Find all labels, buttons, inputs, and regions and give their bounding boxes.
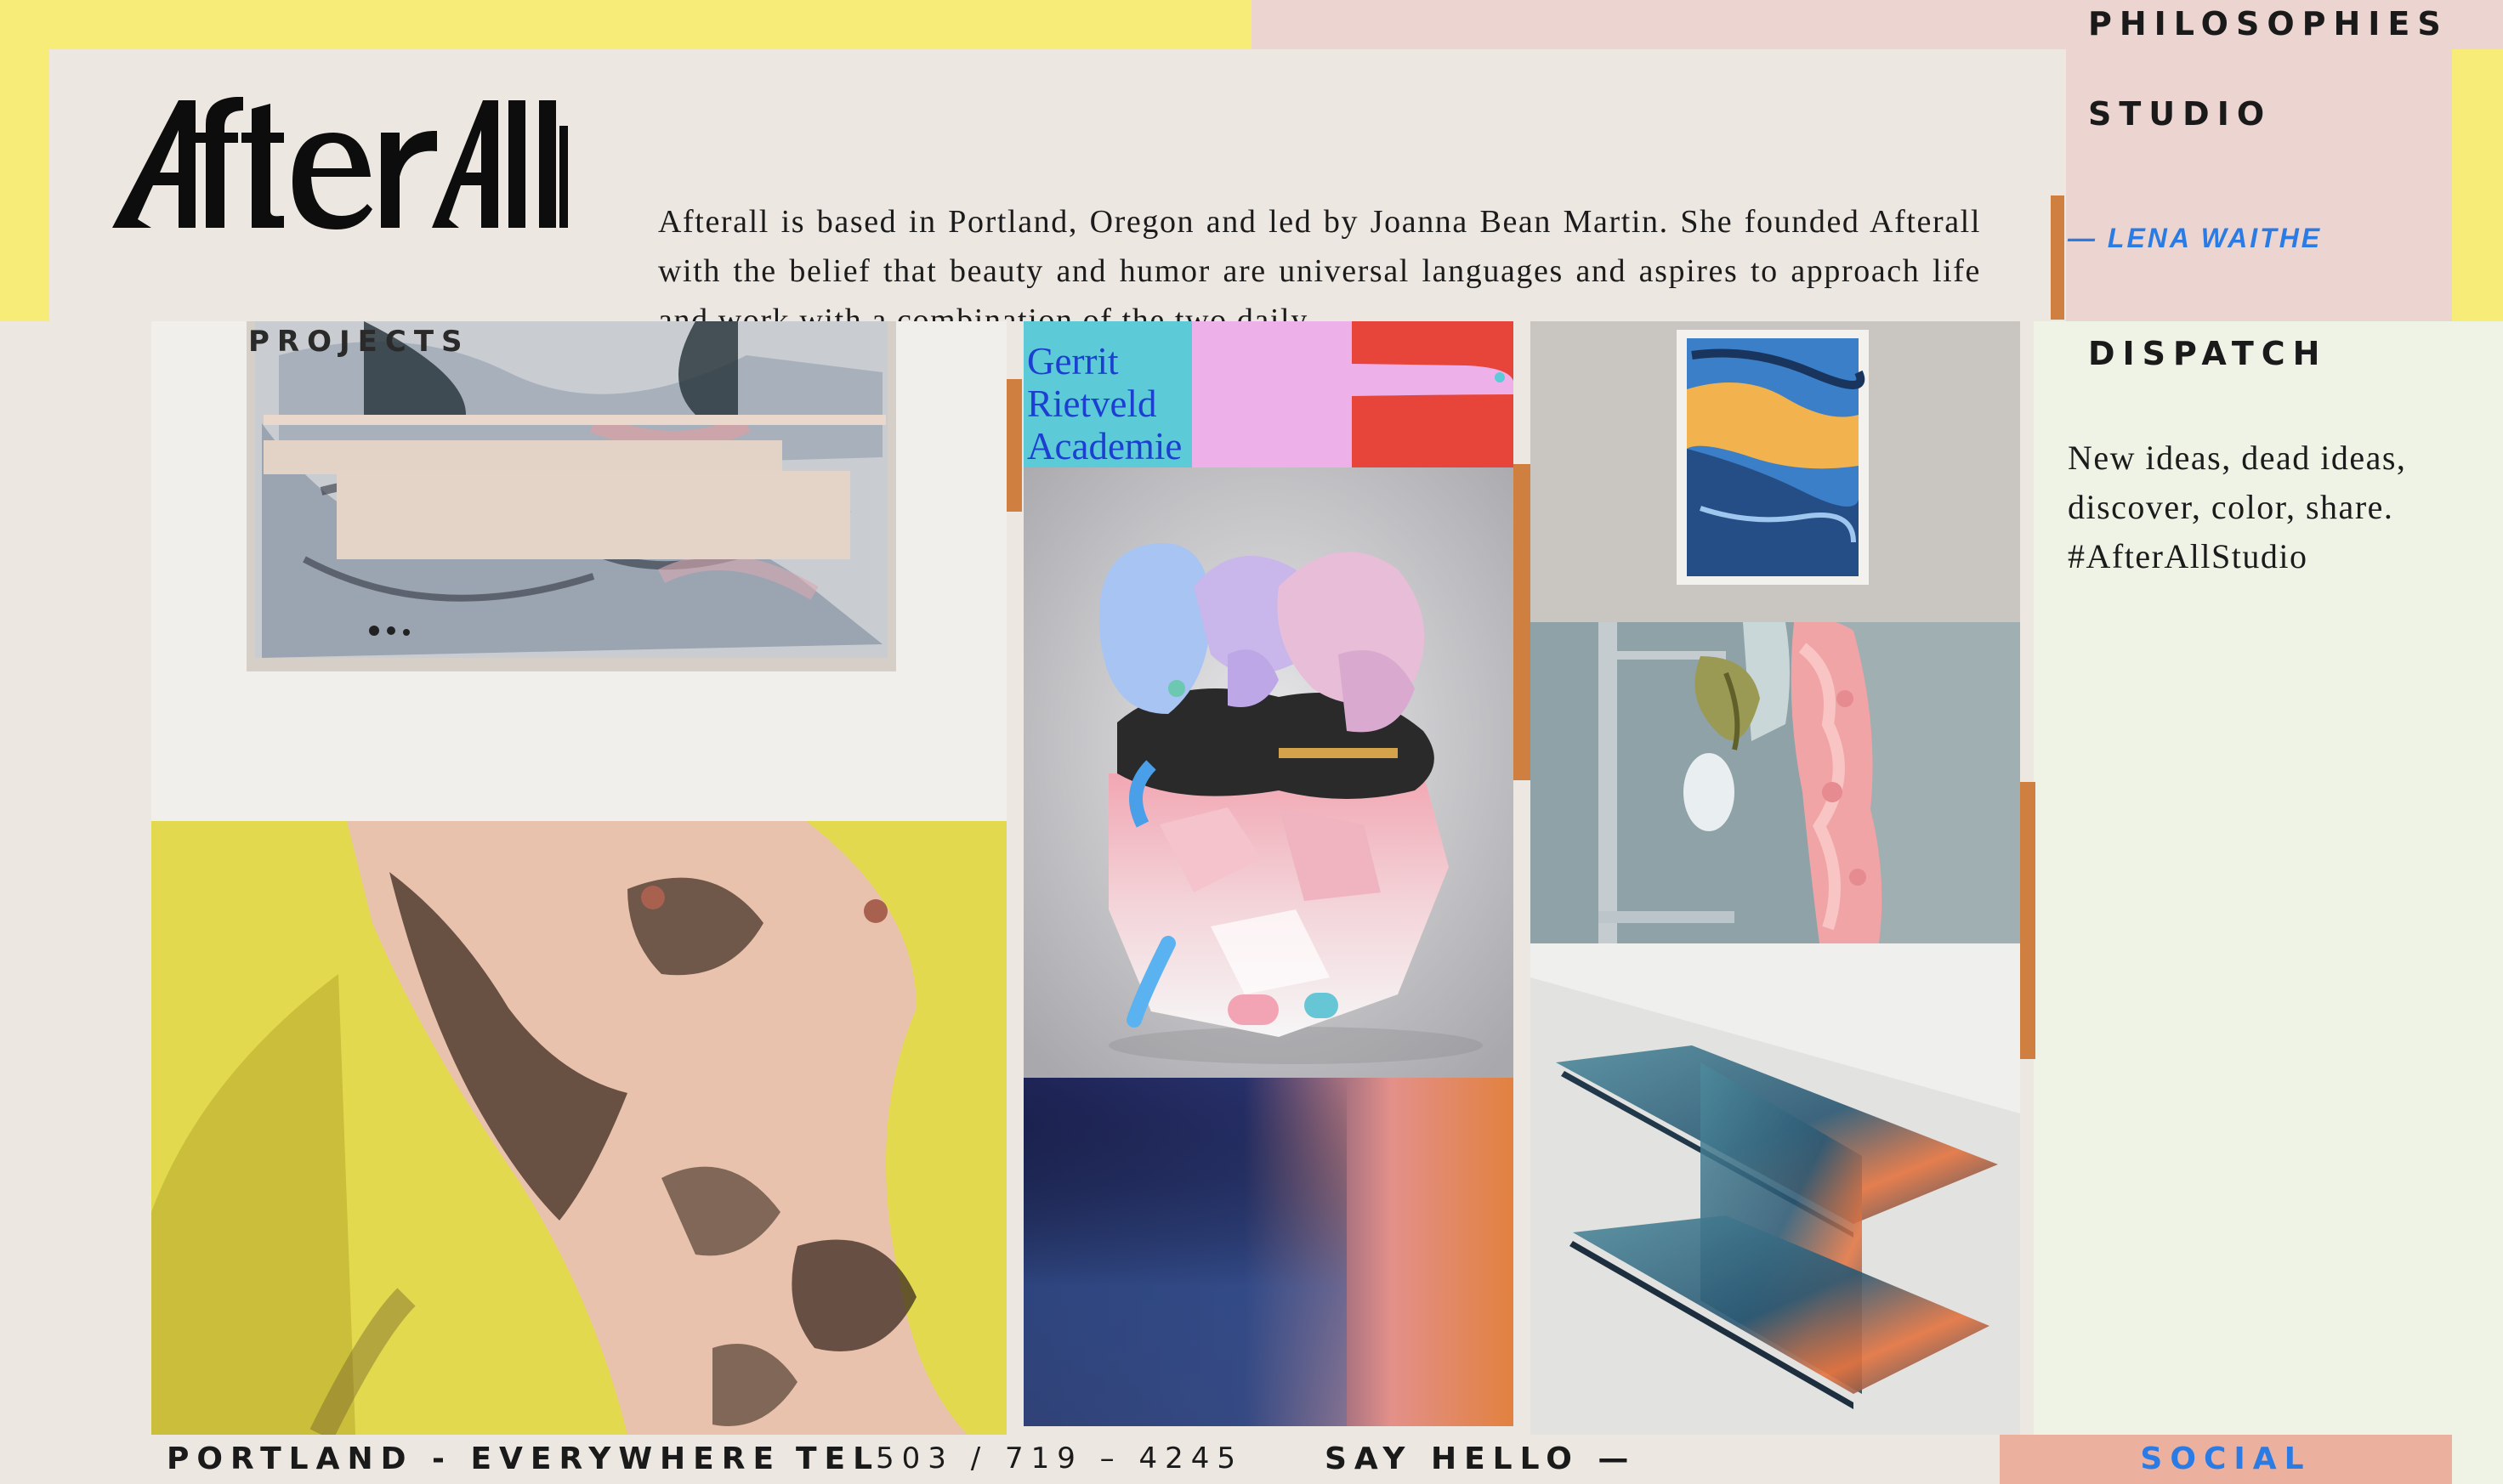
- accent-bar: [1513, 464, 1530, 780]
- project-tile-table[interactable]: [1530, 943, 2020, 1435]
- gerrit-line: Rietveld: [1027, 382, 1157, 425]
- dispatch-description: New ideas, dead ideas, discover, color, …: [2068, 439, 2407, 575]
- yellow-edge-block: [2452, 49, 2503, 321]
- project-tile-gradient[interactable]: [1024, 1078, 1513, 1426]
- nav-link-dispatch[interactable]: DISPATCH: [2088, 335, 2327, 372]
- accent-bar: [1007, 379, 1022, 512]
- project-tile-body[interactable]: [151, 821, 1007, 1435]
- footer-phone-link[interactable]: 503 / 719 – 4245: [876, 1442, 1243, 1476]
- body-photo: [151, 821, 1007, 1435]
- glass-table-photo: [1530, 943, 2020, 1435]
- painting-image: [151, 321, 1007, 821]
- social-link[interactable]: SOCIAL: [2000, 1442, 2452, 1476]
- project-tile-pillar[interactable]: [1530, 622, 2020, 943]
- project-tile-sculpture[interactable]: [1024, 467, 1513, 1078]
- footer-location: PORTLAND - EVERYWHERE: [167, 1442, 782, 1476]
- accent-bar: [2051, 195, 2064, 320]
- nav-link-studio[interactable]: STUDIO: [2088, 95, 2272, 133]
- nav-link-lena-waithe[interactable]: — LENA WAITHE: [2068, 223, 2322, 254]
- gradient-image: [1024, 1078, 1513, 1426]
- sculpture-render: [1024, 467, 1513, 1078]
- accent-bar: [2020, 782, 2035, 1059]
- afterall-logo[interactable]: [111, 92, 578, 236]
- say-hello-link[interactable]: SAY HELLO —: [1325, 1442, 1636, 1476]
- about-paragraph: Afterall is based in Portland, Oregon an…: [658, 204, 1981, 321]
- gerrit-text: Gerrit Rietveld Academie: [1027, 340, 1182, 467]
- gerrit-line: Gerrit: [1027, 340, 1119, 382]
- nav-link-projects[interactable]: PROJECTS: [248, 325, 470, 359]
- project-tile-painting[interactable]: [151, 321, 1007, 821]
- project-tile-sky[interactable]: [1530, 321, 2020, 622]
- sky-print: [1530, 321, 2020, 622]
- project-tile-gerrit[interactable]: Gerrit Rietveld Academie: [1024, 321, 1513, 467]
- nav-link-philosophies[interactable]: PHILOSOPHIES: [2088, 5, 2449, 42]
- nav-panel: [2066, 0, 2452, 321]
- footer-tel-label: TEL: [796, 1442, 881, 1476]
- gerrit-line: Academie: [1027, 425, 1183, 467]
- pillar-photo: [1530, 622, 2020, 943]
